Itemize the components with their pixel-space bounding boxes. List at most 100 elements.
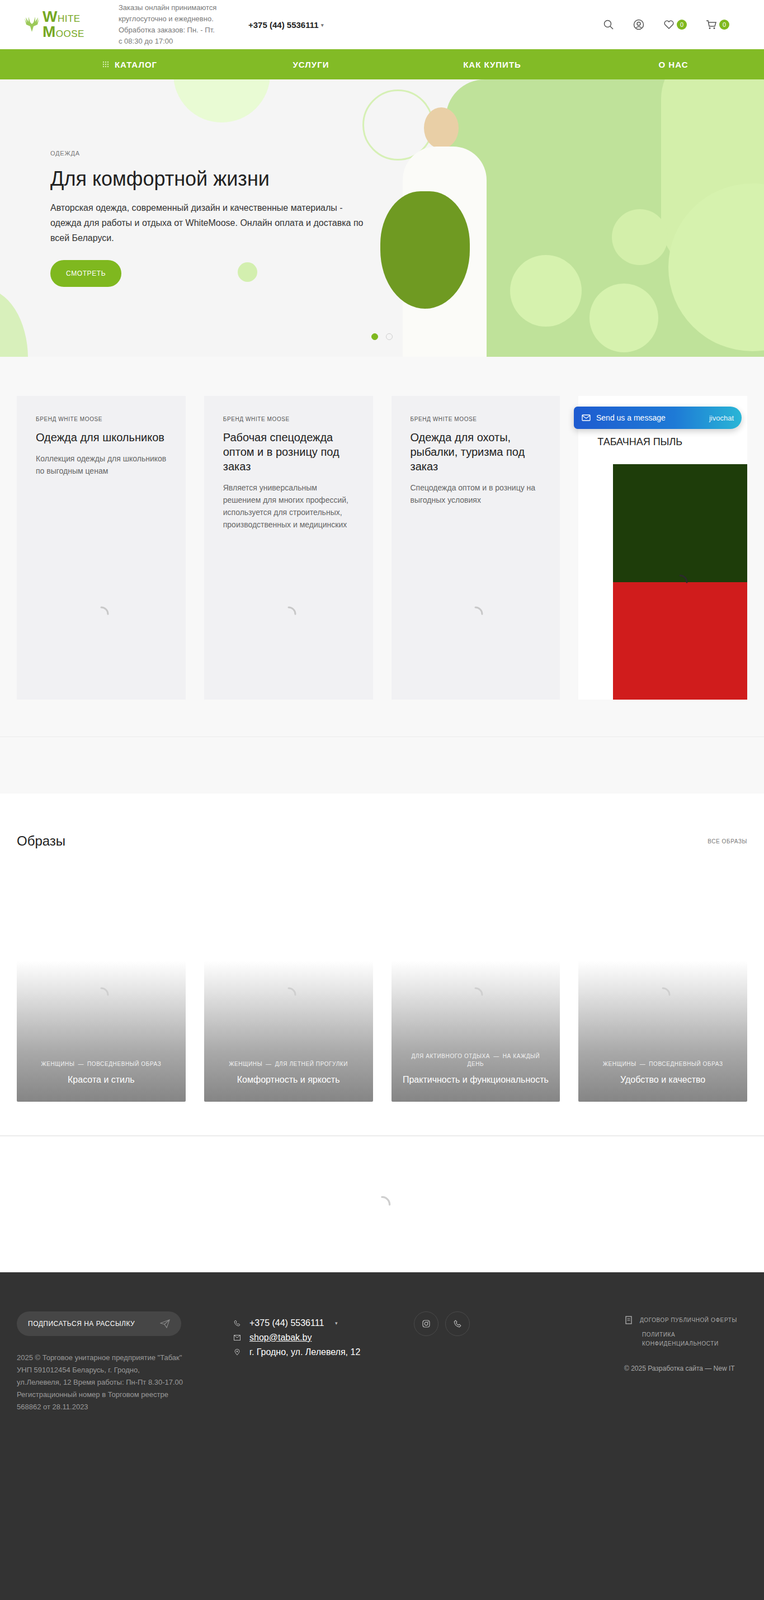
look-title: Практичность и функциональность (402, 1072, 549, 1088)
instagram-button[interactable] (413, 1311, 439, 1337)
look-card[interactable]: ЖЕНЩИНЫ—ПОВСЕДНЕВНЫЙ ОБРАЗ Удобство и кач… (578, 874, 748, 1102)
footer-email[interactable]: shop@tabak.by (233, 1332, 414, 1343)
look-tag: ДЛЯ АКТИВНОГО ОТДЫХА (411, 1053, 490, 1060)
logo[interactable]: WHITEMOOSE (22, 9, 97, 40)
mail-icon (233, 1335, 241, 1341)
hero-text: Авторская одежда, современный дизайн и к… (50, 200, 370, 246)
nav-item[interactable]: КАТАЛОГ (102, 59, 158, 70)
looks-header: Образы ВСЕ ОБРАЗЫ (16, 832, 748, 850)
hero-title: Для комфортной жизни (50, 166, 386, 192)
instagram-icon (422, 1319, 431, 1328)
notice-line: круглосуточно и ежедневно. (118, 13, 237, 25)
all-looks-link[interactable]: ВСЕ ОБРАЗЫ (707, 838, 748, 845)
logo-top: WHITE (42, 9, 85, 25)
user-icon[interactable] (633, 19, 645, 31)
footer-column: ДОГОВОР ПУБЛИЧНОЙ ОФЕРТЫ ПОЛИТИКА КОНФИДЕ… (624, 1311, 748, 1375)
looks-title: Образы (16, 833, 66, 850)
cart-button[interactable]: 0 (705, 19, 730, 31)
nav-cell: О НАС (582, 49, 764, 80)
photo-head (423, 107, 459, 149)
brand-card[interactable]: БРЕНД WHITE MOOSEРабочая спецодежда опто… (204, 395, 374, 700)
tag-separator: — (639, 1060, 646, 1068)
spinner-icon (280, 605, 297, 623)
look-tag: ПОВСЕДНЕВНЫЙ ОБРАЗ (648, 1060, 723, 1068)
look-card[interactable]: ЖЕНЩИНЫ—ДЛЯ ЛЕТНЕЙ ПРОГУЛКИКомфортность … (204, 874, 374, 1102)
order-notice: Заказы онлайн принимаютсякруглосуточно и… (118, 2, 237, 47)
nav-item[interactable]: О НАС (658, 59, 689, 70)
header: WHITEMOOSE Заказы онлайн принимаютсякругл… (0, 0, 764, 50)
mail-icon (581, 414, 591, 422)
look-tag: ЖЕНЩИНЫ (40, 1060, 75, 1068)
heart-icon (663, 19, 675, 31)
brand-card[interactable]: БРЕНД WHITE MOOSEОдежда для охоты, рыбал… (391, 395, 561, 700)
search-icon[interactable] (602, 19, 615, 31)
subscribe-button[interactable]: ПОДПИСАТЬСЯ НА РАССЫЛКУ (16, 1311, 182, 1337)
footer: ПОДПИСАТЬСЯ НА РАССЫЛКУ2025 © Торговое у… (0, 1272, 764, 1600)
card-kicker: БРЕНД WHITE MOOSE (35, 416, 167, 423)
hero-button[interactable]: СМОТРЕТЬ (50, 260, 122, 287)
main-nav: КАТАЛОГ УСЛУГИ КАК КУПИТЬ О НАС (0, 49, 764, 80)
card-title: Рабочая спецодежда оптом и в розницу под… (223, 430, 355, 474)
cart-icon (705, 19, 718, 31)
page: WHITEMOOSE Заказы онлайн принимаютсякругл… (0, 0, 764, 1600)
address-text: г. Гродно, ул. Лелевеля, 12 (249, 1347, 361, 1358)
pin-icon (233, 1349, 241, 1356)
card-text: Является универсальным решением для мног… (223, 481, 355, 531)
policy-label: ПОЛИТИКА КОНФИДЕНЦИАЛЬНОСТИ (642, 1330, 738, 1349)
phone-icon (453, 1319, 462, 1328)
decor-circle (173, 79, 271, 123)
viber-button[interactable] (445, 1311, 470, 1337)
spinner-icon (671, 573, 689, 591)
look-tags: ЖЕНЩИНЫ—ПОВСЕДНЕВНЫЙ ОБРАЗ (602, 1060, 724, 1069)
offer-label: ДОГОВОР ПУБЛИЧНОЙ ОФЕРТЫ (639, 1316, 738, 1325)
hero-banner: ОДЕЖДАДля комфортной жизниАвторская одеж… (0, 79, 764, 357)
hero-photo (380, 107, 498, 357)
footer-column (413, 1311, 625, 1337)
decor-circle (510, 255, 582, 327)
offer-link[interactable]: ДОГОВОР ПУБЛИЧНОЙ ОФЕРТЫ (624, 1316, 748, 1325)
header-phone[interactable]: +375 (44) 5536111▾ (248, 20, 324, 30)
copyright[interactable]: © 2025 Разработка сайта — New IT (624, 1363, 748, 1375)
subscribe-label: ПОДПИСАТЬСЯ НА РАССЫЛКУ (27, 1319, 135, 1328)
look-title: Комфортность и яркость (237, 1072, 341, 1088)
tag-separator: — (493, 1053, 500, 1060)
footer-phone[interactable]: +375 (44) 5536111 ▾ (233, 1318, 414, 1329)
nav-label: О НАС (658, 59, 689, 70)
nav-item[interactable]: КАК КУПИТЬ (463, 59, 522, 70)
spinner-icon (467, 605, 484, 623)
nav-cell: УСЛУГИ (220, 49, 402, 80)
look-card[interactable]: ЖЕНЩИНЫ—ПОВСЕДНЕВНЫЙ ОБРАЗКрасота и стил… (16, 874, 186, 1102)
notice-line: Заказы онлайн принимаются (118, 2, 237, 14)
footer-column: ПОДПИСАТЬСЯ НА РАССЫЛКУ2025 © Торговое у… (16, 1311, 234, 1414)
footer-address: г. Гродно, ул. Лелевеля, 12 (233, 1347, 414, 1358)
look-title: Красота и стиль (67, 1072, 135, 1088)
spinner-icon (654, 986, 672, 1004)
policy-link[interactable]: ПОЛИТИКА КОНФИДЕНЦИАЛЬНОСТИ (624, 1330, 738, 1349)
slider-dot[interactable] (385, 333, 393, 341)
brand-cards: БРЕНД WHITE MOOSEОдежда для школьниковКо… (16, 395, 748, 700)
look-card[interactable]: ДЛЯ АКТИВНОГО ОТДЫХА—НА КАЖДЫЙ ДЕНЬПракт… (391, 874, 561, 1102)
footer-phone-caret: ▾ (335, 1320, 338, 1327)
chat-label: Send us a message (596, 413, 704, 423)
notice-line: Обработка заказов: Пн. - Пт. (118, 24, 237, 36)
footer-phone-number: +375 (44) 5536111 (249, 1318, 324, 1329)
decor-circle (0, 288, 28, 357)
slider-dot[interactable] (371, 333, 379, 341)
look-tag: ПОВСЕДНЕВНЫЙ ОБРАЗ (87, 1060, 162, 1068)
looks-grid: ЖЕНЩИНЫ—ПОВСЕДНЕВНЫЙ ОБРАЗКрасота и стил… (16, 874, 748, 1102)
chat-widget[interactable]: Send us a messagejivochat (573, 406, 742, 429)
logo-text: WHITEMOOSE (42, 9, 85, 40)
grid-icon (102, 60, 110, 68)
brand-card[interactable]: ТАБАЧНАЯ ПЫЛЬ (578, 395, 748, 700)
notice-line: с 08:30 до 17:00 (118, 35, 237, 47)
logo-bottom: MOOSE (42, 24, 85, 40)
phone-icon (233, 1319, 241, 1327)
favorites-button[interactable]: 0 (663, 19, 687, 31)
spinner-icon (467, 986, 484, 1004)
brand-card[interactable]: БРЕНД WHITE MOOSEОдежда для школьниковКо… (16, 395, 186, 700)
picture-bottom (612, 582, 748, 701)
nav-cell: КАТАЛОГ (39, 49, 221, 80)
look-title: Удобство и качество (620, 1072, 706, 1088)
nav-item[interactable]: УСЛУГИ (293, 59, 330, 70)
card-title: Одежда для школьников (35, 430, 167, 445)
